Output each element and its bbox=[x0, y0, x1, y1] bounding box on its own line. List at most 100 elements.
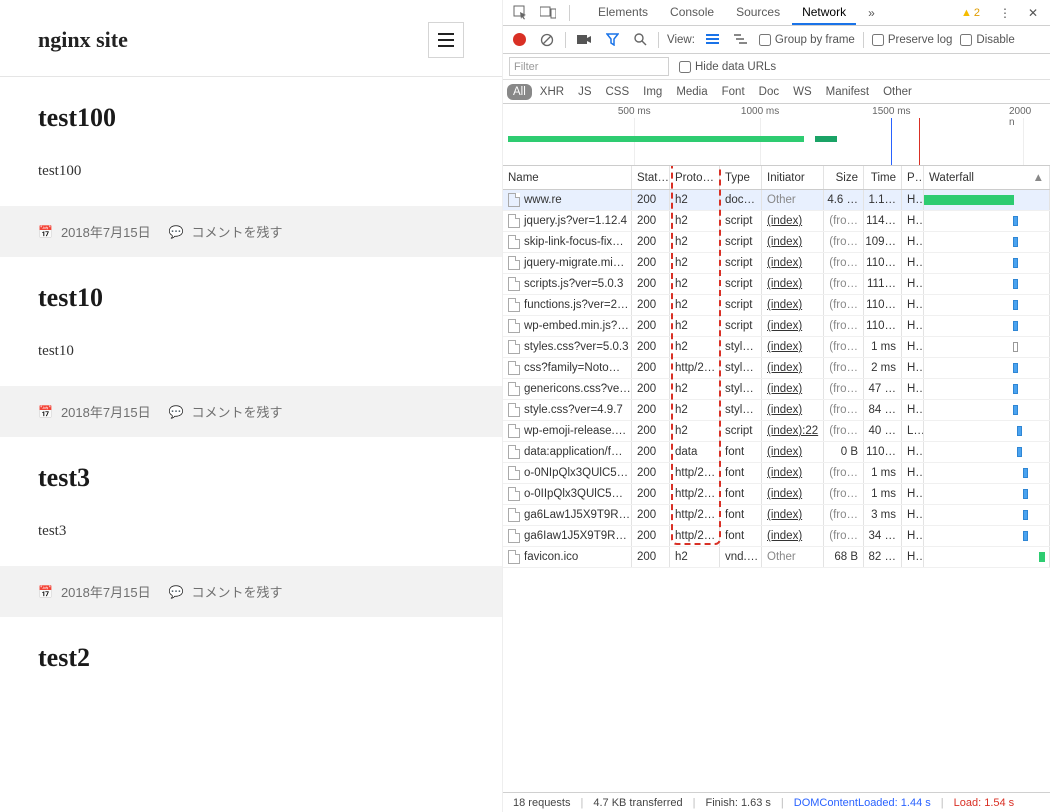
filter-icon[interactable] bbox=[602, 30, 622, 50]
overview-timeline[interactable]: 500 ms 1000 ms 1500 ms 2000 n bbox=[503, 104, 1050, 166]
table-row[interactable]: www.re200h2doc…Other4.6 …1.1…H… bbox=[503, 190, 1050, 211]
search-icon[interactable] bbox=[630, 30, 650, 50]
cell-initiator[interactable]: (index) bbox=[767, 320, 802, 332]
cell-initiator[interactable]: (index) bbox=[767, 236, 802, 248]
list-view-icon[interactable] bbox=[703, 30, 723, 50]
site-title[interactable]: nginx site bbox=[38, 27, 128, 53]
cell-initiator[interactable]: (index) bbox=[767, 467, 802, 479]
camera-icon[interactable] bbox=[574, 30, 594, 50]
filter-input[interactable] bbox=[509, 57, 669, 76]
hide-data-urls-checkbox[interactable]: Hide data URLs bbox=[679, 61, 776, 73]
table-row[interactable]: ga6Iaw1J5X9T9R…200http/2…font(index)(fro… bbox=[503, 526, 1050, 547]
cell-type: styl… bbox=[720, 337, 762, 357]
comment-icon: 💬 bbox=[169, 405, 184, 419]
type-filter-js[interactable]: JS bbox=[572, 84, 597, 100]
post-date[interactable]: 📅2018年7月15日 bbox=[38, 582, 151, 601]
cell-time: 2 ms bbox=[864, 358, 902, 378]
col-protocol[interactable]: Proto… bbox=[670, 166, 720, 189]
cell-initiator[interactable]: (index) bbox=[767, 362, 802, 374]
device-toolbar-icon[interactable] bbox=[537, 2, 559, 24]
post-date[interactable]: 📅2018年7月15日 bbox=[38, 222, 151, 241]
type-filter-other[interactable]: Other bbox=[877, 84, 918, 100]
type-filter-all[interactable]: All bbox=[507, 84, 532, 100]
inspect-element-icon[interactable] bbox=[509, 2, 531, 24]
cell-initiator[interactable]: (index) bbox=[767, 383, 802, 395]
tab-network[interactable]: Network bbox=[792, 0, 856, 25]
type-filter-manifest[interactable]: Manifest bbox=[820, 84, 875, 100]
cell-time: 1 ms bbox=[864, 484, 902, 504]
type-filter-doc[interactable]: Doc bbox=[753, 84, 785, 100]
type-filter-ws[interactable]: WS bbox=[787, 84, 818, 100]
cell-initiator[interactable]: (index) bbox=[767, 341, 802, 353]
more-tabs-icon[interactable]: » bbox=[862, 1, 881, 25]
cell-size: (fro… bbox=[824, 358, 864, 378]
table-row[interactable]: styles.css?ver=5.0.3200h2styl…(index)(fr… bbox=[503, 337, 1050, 358]
cell-time: 111… bbox=[864, 274, 902, 294]
group-by-frame-checkbox[interactable]: Group by frame bbox=[759, 34, 855, 46]
post-title[interactable]: test3 bbox=[38, 463, 464, 493]
table-row[interactable]: scripts.js?ver=5.0.3200h2script(index)(f… bbox=[503, 274, 1050, 295]
type-filter-img[interactable]: Img bbox=[637, 84, 668, 100]
table-row[interactable]: o-0NIpQlx3QUlC5…200http/2…font(index)(fr… bbox=[503, 463, 1050, 484]
table-row[interactable]: favicon.ico200h2vnd.…Other68 B82 …H… bbox=[503, 547, 1050, 568]
table-row[interactable]: o-0IIpQlx3QUlC5…200http/2…font(index)(fr… bbox=[503, 484, 1050, 505]
table-row[interactable]: genericons.css?ve…200h2styl…(index)(fro…… bbox=[503, 379, 1050, 400]
cell-initiator[interactable]: (index) bbox=[767, 278, 802, 290]
cell-initiator[interactable]: (index) bbox=[767, 215, 802, 227]
cell-waterfall bbox=[924, 442, 1050, 462]
table-row[interactable]: css?family=Noto…200http/2…styl…(index)(f… bbox=[503, 358, 1050, 379]
clear-button[interactable] bbox=[537, 30, 557, 50]
post-comment-link[interactable]: 💬コメントを残す bbox=[169, 402, 283, 421]
col-time[interactable]: Time bbox=[864, 166, 902, 189]
table-row[interactable]: ga6Law1J5X9T9R…200http/2…font(index)(fro… bbox=[503, 505, 1050, 526]
post-date[interactable]: 📅2018年7月15日 bbox=[38, 402, 151, 421]
cell-initiator[interactable]: Other bbox=[767, 551, 796, 563]
table-row[interactable]: skip-link-focus-fix…200h2script(index)(f… bbox=[503, 232, 1050, 253]
cell-initiator[interactable]: (index) bbox=[767, 404, 802, 416]
cell-initiator[interactable]: (index) bbox=[767, 530, 802, 542]
post-title[interactable]: test10 bbox=[38, 283, 464, 313]
table-row[interactable]: jquery.js?ver=1.12.4200h2script(index)(f… bbox=[503, 211, 1050, 232]
table-row[interactable]: style.css?ver=4.9.7200h2styl…(index)(fro… bbox=[503, 400, 1050, 421]
col-waterfall[interactable]: Waterfall▲ bbox=[924, 166, 1050, 189]
table-row[interactable]: functions.js?ver=2…200h2script(index)(fr… bbox=[503, 295, 1050, 316]
col-priority[interactable]: P… bbox=[902, 166, 924, 189]
tab-sources[interactable]: Sources bbox=[726, 0, 790, 25]
warning-badge[interactable]: ▲2 bbox=[961, 7, 980, 19]
disable-cache-checkbox[interactable]: Disable bbox=[960, 34, 1014, 46]
cell-initiator[interactable]: Other bbox=[767, 194, 796, 206]
tab-elements[interactable]: Elements bbox=[588, 0, 658, 25]
col-status[interactable]: Stat… bbox=[632, 166, 670, 189]
table-row[interactable]: wp-emoji-release.…200h2script(index):22(… bbox=[503, 421, 1050, 442]
kebab-menu-icon[interactable]: ⋮ bbox=[994, 2, 1016, 24]
record-button[interactable] bbox=[509, 30, 529, 50]
cell-initiator[interactable]: (index) bbox=[767, 488, 802, 500]
preserve-log-checkbox[interactable]: Preserve log bbox=[872, 34, 953, 46]
table-row[interactable]: data:application/f…200datafont(index)0 B… bbox=[503, 442, 1050, 463]
hamburger-menu-button[interactable] bbox=[428, 22, 464, 58]
type-filter-media[interactable]: Media bbox=[670, 84, 713, 100]
cell-status: 200 bbox=[632, 421, 670, 441]
table-row[interactable]: wp-embed.min.js?…200h2script(index)(fro…… bbox=[503, 316, 1050, 337]
type-filter-css[interactable]: CSS bbox=[599, 84, 635, 100]
col-type[interactable]: Type bbox=[720, 166, 762, 189]
cell-initiator[interactable]: (index) bbox=[767, 299, 802, 311]
type-filter-font[interactable]: Font bbox=[716, 84, 751, 100]
col-name[interactable]: Name bbox=[503, 166, 632, 189]
tab-console[interactable]: Console bbox=[660, 0, 724, 25]
cell-initiator[interactable]: (index) bbox=[767, 257, 802, 269]
cell-name: o-0NIpQlx3QUlC5… bbox=[524, 467, 628, 479]
cell-initiator[interactable]: (index) bbox=[767, 446, 802, 458]
post-title[interactable]: test100 bbox=[38, 103, 464, 133]
post-title[interactable]: test2 bbox=[38, 643, 464, 673]
post-comment-link[interactable]: 💬コメントを残す bbox=[169, 582, 283, 601]
col-initiator[interactable]: Initiator bbox=[762, 166, 824, 189]
cell-initiator[interactable]: (index) bbox=[767, 509, 802, 521]
post-comment-link[interactable]: 💬コメントを残す bbox=[169, 222, 283, 241]
type-filter-xhr[interactable]: XHR bbox=[534, 84, 570, 100]
cell-initiator[interactable]: (index):22 bbox=[767, 425, 818, 437]
col-size[interactable]: Size bbox=[824, 166, 864, 189]
table-row[interactable]: jquery-migrate.mi…200h2script(index)(fro… bbox=[503, 253, 1050, 274]
close-devtools-icon[interactable]: ✕ bbox=[1022, 2, 1044, 24]
waterfall-view-icon[interactable] bbox=[731, 30, 751, 50]
